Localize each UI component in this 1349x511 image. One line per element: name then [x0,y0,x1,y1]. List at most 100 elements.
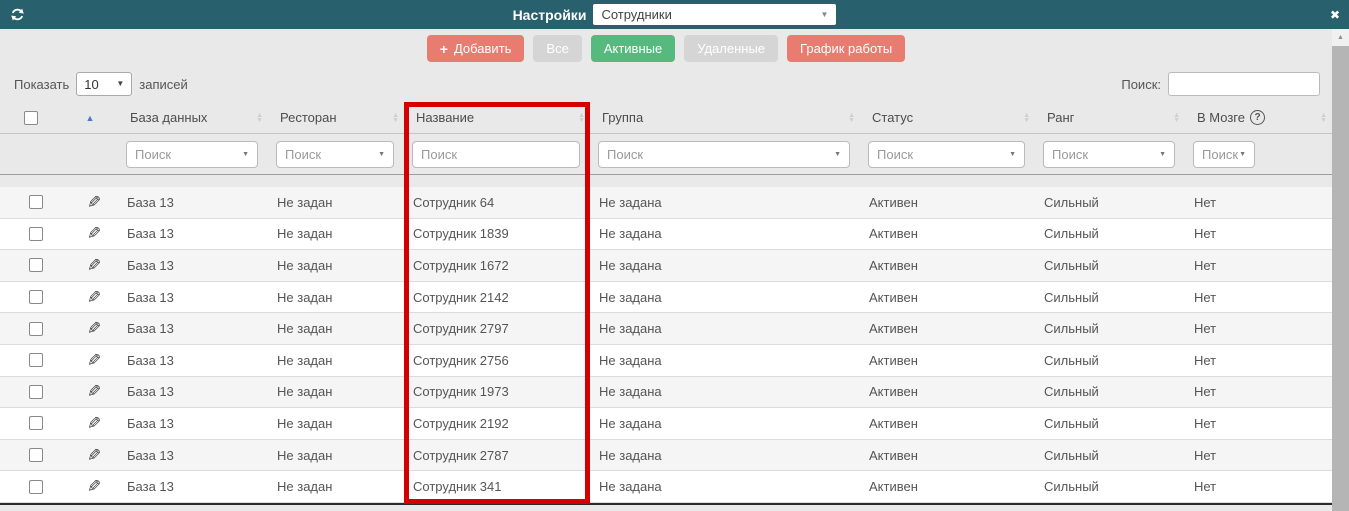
cell-check [0,219,62,250]
scrollbar-thumb[interactable] [1332,46,1349,511]
edit-pencil-icon[interactable]: ✎ [87,414,101,433]
filter-select-restaurant[interactable]: Поиск ▼ [276,140,394,168]
scrollbar-up-arrow[interactable]: ▲ [1332,29,1349,46]
header-cell-db[interactable]: База данных ▲ ▼ [118,102,268,133]
cell-status: Активен [869,257,918,273]
work-schedule-button[interactable]: График работы [787,35,906,62]
all-button[interactable]: Все [533,35,582,62]
table-row: ✎ База 13 Не задан Сотрудник 2192 Не задана А… [0,408,1332,440]
edit-pencil-icon[interactable]: ✎ [87,193,101,212]
select-all-checkbox[interactable] [24,110,38,125]
cell-group: Не задана [599,321,662,337]
row-checkbox[interactable] [28,384,43,399]
cell-brain: Нет [1194,321,1217,337]
header-label: Ресторан [280,110,337,125]
row-checkbox[interactable] [28,195,43,210]
edit-pencil-icon[interactable]: ✎ [87,382,101,401]
edit-pencil-icon[interactable]: ✎ [87,224,101,243]
row-checkbox[interactable] [28,448,43,463]
cell-restaurant: Не задан [277,257,333,273]
filter-cell-edit [62,134,118,174]
filter-select-db[interactable]: Поиск ▼ [126,140,258,168]
close-icon[interactable]: ✖ [1330,8,1340,22]
cell-status: Активен [869,289,918,305]
row-checkbox[interactable] [28,290,43,305]
row-checkbox[interactable] [28,321,43,336]
cell-restaurant: Не задан [277,352,333,368]
header-cell-name[interactable]: Название ▲ ▼ [404,102,590,133]
row-checkbox[interactable] [28,258,43,273]
button-label: Все [546,41,569,56]
page-size-select[interactable]: 10 ▼ [76,72,133,96]
module-select[interactable]: Сотрудники ▼ [593,4,837,25]
cell-db: База 13 [127,415,174,431]
cell-rank: Сильный [1044,194,1099,210]
filter-select-group[interactable]: Поиск ▼ [598,140,850,168]
edit-pencil-icon[interactable]: ✎ [87,256,101,275]
header-cell-status[interactable]: Статус ▲ ▼ [860,102,1035,133]
cell-brain: Нет [1194,479,1217,495]
edit-pencil-icon[interactable]: ✎ [87,319,101,338]
header-label: Ранг [1047,110,1075,125]
add-button[interactable]: + Добавить [426,35,525,62]
button-label: Добавить [453,41,512,56]
cell-check [0,471,62,502]
filter-placeholder: Поиск [285,146,322,162]
edit-pencil-icon[interactable]: ✎ [87,477,101,496]
records-label: записей [139,76,188,92]
filter-select-status[interactable]: Поиск ▼ [868,140,1025,168]
sort-icon: ▲ ▼ [392,111,399,124]
cell-status: Активен [869,352,918,368]
sort-icon: ▲ ▼ [848,111,855,124]
header-cell-group[interactable]: Группа ▲ ▼ [590,102,860,133]
header-cell-brain[interactable]: В Мозге? ▲ ▼ [1185,102,1332,133]
filter-placeholder: Поиск [607,146,644,162]
cell-group: Не задана [599,194,662,210]
search-control: Поиск: [1121,72,1320,96]
active-button[interactable]: Активные [590,35,676,62]
row-checkbox[interactable] [28,353,43,368]
cell-restaurant: Не задан [277,447,333,463]
row-checkbox[interactable] [28,226,43,241]
header-cell-check[interactable] [0,102,62,133]
filter-placeholder: Поиск [1202,146,1239,162]
header-cell-restaurant[interactable]: Ресторан ▲ ▼ [268,102,404,133]
cell-db: База 13 [127,447,174,463]
table-row: ✎ База 13 Не задан Сотрудник 341 Не задана Ак… [0,471,1332,503]
search-input[interactable] [1168,72,1320,96]
filter-placeholder: Поиск [877,146,914,162]
edit-pencil-icon[interactable]: ✎ [87,288,101,307]
edit-pencil-icon[interactable]: ✎ [87,351,101,370]
refresh-icon[interactable] [10,7,25,22]
cell-rank: Сильный [1044,321,1099,337]
row-checkbox[interactable] [28,479,43,494]
table-header-row: ▲ База данных ▲ ▼ Ресторан ▲ ▼ Название ▲ ▼ Группа… [0,102,1332,134]
controls-row: Показать 10 ▼ записей Поиск: [0,71,1332,97]
cell-status: Активен [869,415,918,431]
cell-group: Не задана [599,415,662,431]
page-title: Настройки [512,6,587,23]
sort-icon: ▲ ▼ [256,111,263,124]
cell-status: Активен [869,194,918,210]
cell-brain: Нет [1194,194,1217,210]
module-select-value: Сотрудники [601,7,672,22]
chevron-down-icon: ▼ [820,9,829,19]
row-checkbox[interactable] [28,416,43,431]
header-cell-rank[interactable]: Ранг ▲ ▼ [1035,102,1185,133]
filter-select-rank[interactable]: Поиск ▼ [1043,140,1175,168]
table-row: ✎ База 13 Не задан Сотрудник 64 Не задана Акт… [0,187,1332,219]
cell-check [0,187,62,218]
cell-db: База 13 [127,321,174,337]
deleted-button[interactable]: Удаленные [684,35,779,62]
filter-placeholder: Поиск [1052,146,1089,162]
scrollbar[interactable]: ▲ [1332,29,1349,511]
help-icon[interactable]: ? [1250,110,1265,125]
filter-input-name[interactable] [412,140,580,168]
header-cell-edit[interactable]: ▲ [62,102,118,133]
cell-rank: Сильный [1044,226,1099,242]
cell-edit: ✎ [62,345,118,376]
filter-select-brain[interactable]: Поиск ▼ [1193,140,1255,168]
cell-check [0,408,62,439]
edit-pencil-icon[interactable]: ✎ [87,446,101,465]
cell-check [0,313,62,344]
